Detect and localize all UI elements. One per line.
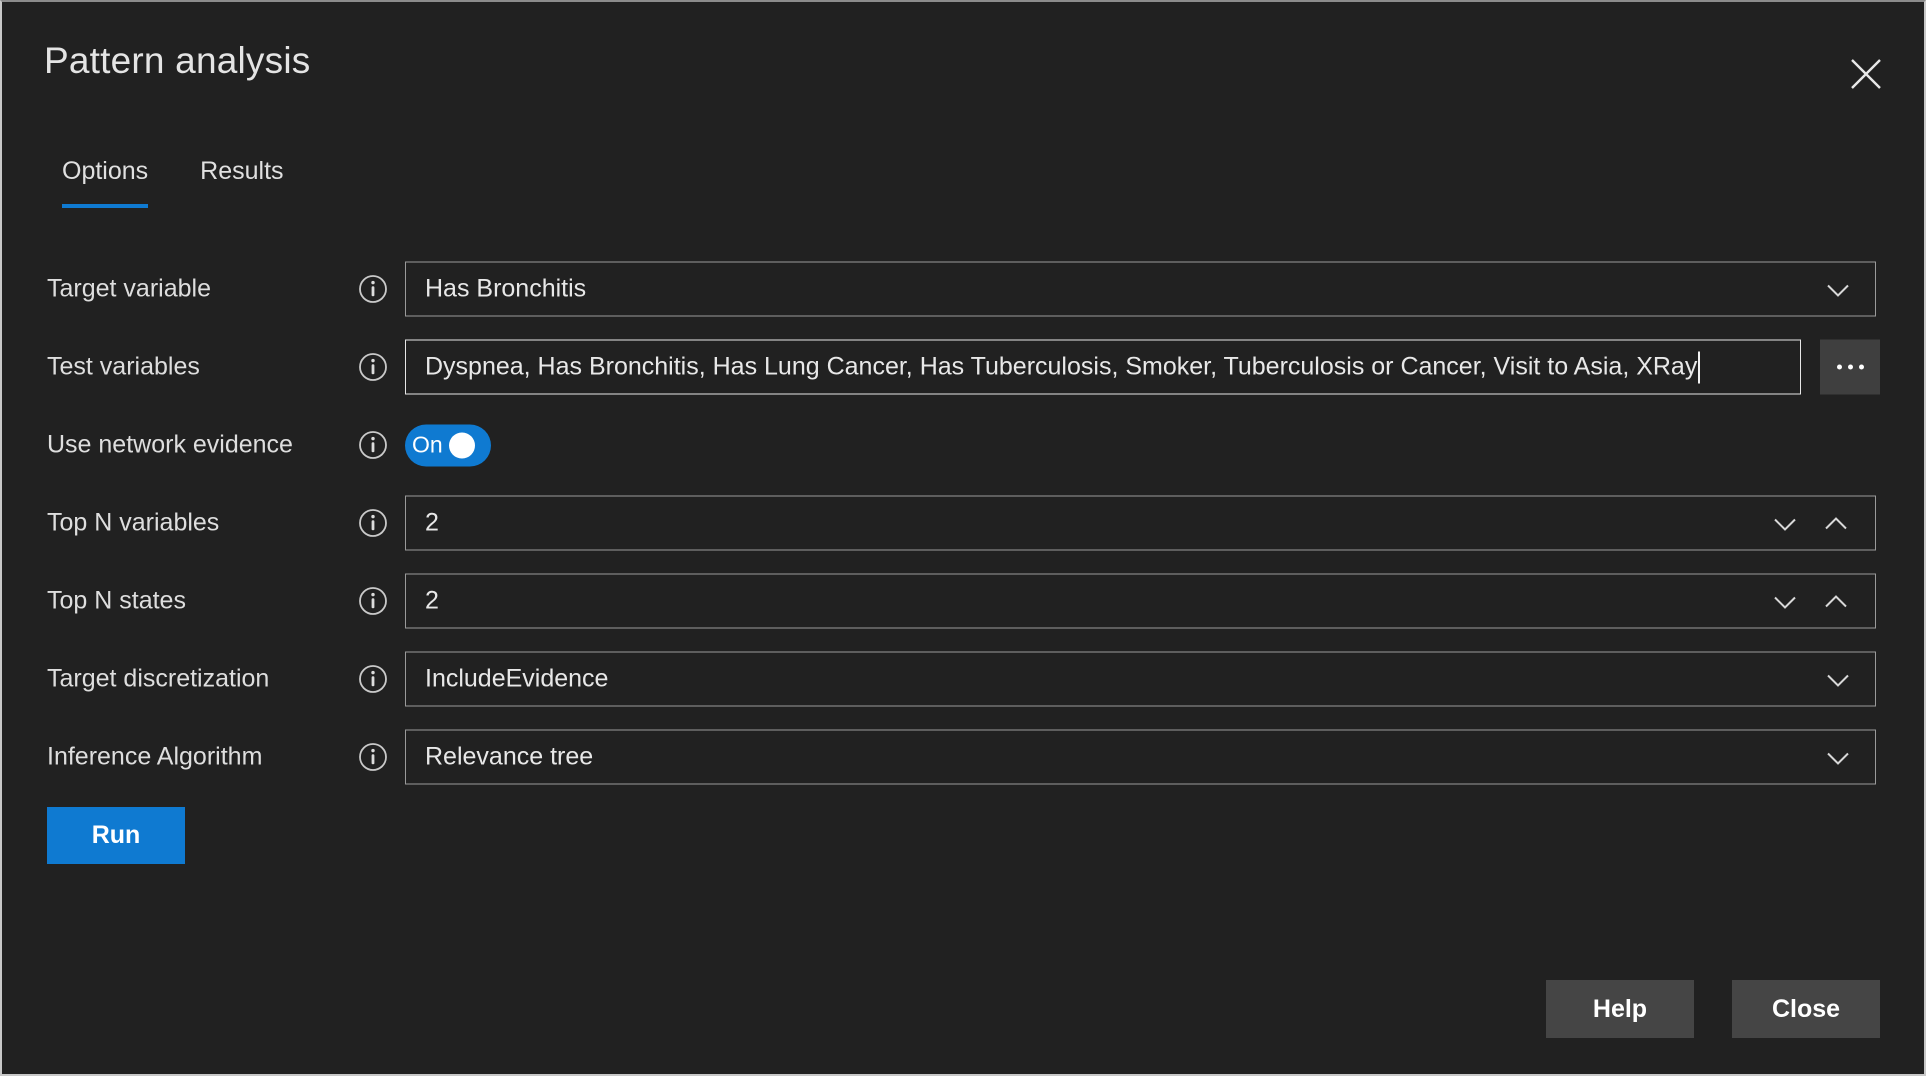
top-n-variables-stepper[interactable]: 2 <box>405 496 1876 551</box>
close-button[interactable]: Close <box>1732 980 1880 1038</box>
row-target-discretization: Target discretization IncludeEvidence <box>2 640 1924 718</box>
tab-results[interactable]: Results <box>200 157 283 208</box>
info-icon[interactable] <box>358 508 388 538</box>
chevron-up-icon[interactable] <box>1819 506 1853 540</box>
help-button[interactable]: Help <box>1546 980 1694 1038</box>
target-discretization-label: Target discretization <box>47 665 269 694</box>
dialog-titlebar: Pattern analysis <box>2 2 1924 120</box>
top-n-variables-value: 2 <box>406 509 439 538</box>
row-use-network-evidence: Use network evidence On <box>2 406 1924 484</box>
top-n-variables-field-zone: 2 <box>405 496 1876 551</box>
top-n-states-stepper[interactable]: 2 <box>405 574 1876 629</box>
inference-algorithm-label: Inference Algorithm <box>47 743 262 772</box>
target-variable-value: Has Bronchitis <box>406 275 586 304</box>
chevron-down-icon[interactable] <box>1768 506 1802 540</box>
test-variables-value: Dyspnea, Has Bronchitis, Has Lung Cancer… <box>406 353 1697 382</box>
close-icon[interactable] <box>1838 46 1894 102</box>
row-top-n-states: Top N states 2 <box>2 562 1924 640</box>
inference-algorithm-field-zone: Relevance tree <box>405 730 1876 785</box>
row-inference-algorithm: Inference Algorithm Relevance tree <box>2 718 1924 796</box>
target-discretization-field-zone: IncludeEvidence <box>405 652 1876 707</box>
pattern-analysis-dialog: Pattern analysis Options Results Target … <box>0 0 1926 1076</box>
use-network-evidence-field-zone: On <box>405 418 1876 473</box>
target-variable-dropdown[interactable]: Has Bronchitis <box>405 262 1876 317</box>
info-icon[interactable] <box>358 430 388 460</box>
target-discretization-dropdown[interactable]: IncludeEvidence <box>405 652 1876 707</box>
target-variable-label: Target variable <box>47 275 211 304</box>
inference-algorithm-value: Relevance tree <box>406 743 593 772</box>
page-title: Pattern analysis <box>44 40 310 82</box>
chevron-down-icon[interactable] <box>1821 662 1855 696</box>
test-variables-field-zone: Dyspnea, Has Bronchitis, Has Lung Cancer… <box>405 340 1876 395</box>
toggle-state-label: On <box>412 434 443 457</box>
tab-results-label: Results <box>200 157 283 185</box>
tab-options[interactable]: Options <box>62 157 148 208</box>
info-icon[interactable] <box>358 742 388 772</box>
test-variables-input[interactable]: Dyspnea, Has Bronchitis, Has Lung Cancer… <box>405 340 1801 395</box>
ellipsis-dot <box>1848 365 1853 370</box>
tab-options-label: Options <box>62 157 148 185</box>
toggle-knob <box>449 432 475 458</box>
run-button[interactable]: Run <box>47 807 185 864</box>
dialog-footer: Help Close <box>1546 980 1880 1038</box>
tab-active-indicator <box>62 204 148 208</box>
top-n-states-label: Top N states <box>47 587 186 616</box>
row-target-variable: Target variable Has Bronchitis <box>2 250 1924 328</box>
top-n-variables-label: Top N variables <box>47 509 219 538</box>
chevron-down-icon[interactable] <box>1821 272 1855 306</box>
inference-algorithm-dropdown[interactable]: Relevance tree <box>405 730 1876 785</box>
chevron-up-icon[interactable] <box>1819 584 1853 618</box>
info-icon[interactable] <box>358 664 388 694</box>
dialog-tabs: Options Results <box>62 157 284 208</box>
test-variables-label: Test variables <box>47 353 200 382</box>
target-discretization-value: IncludeEvidence <box>406 665 608 694</box>
text-caret <box>1698 351 1700 383</box>
ellipsis-icon[interactable] <box>1820 340 1880 395</box>
info-icon[interactable] <box>358 274 388 304</box>
chevron-down-icon[interactable] <box>1821 740 1855 774</box>
ellipsis-dot <box>1859 365 1864 370</box>
info-icon[interactable] <box>358 352 388 382</box>
options-form: Target variable Has Bronchitis <box>2 250 1924 796</box>
top-n-states-value: 2 <box>406 587 439 616</box>
target-variable-field-zone: Has Bronchitis <box>405 262 1876 317</box>
row-top-n-variables: Top N variables 2 <box>2 484 1924 562</box>
top-n-states-field-zone: 2 <box>405 574 1876 629</box>
row-test-variables: Test variables Dyspnea, Has Bronchitis, … <box>2 328 1924 406</box>
chevron-down-icon[interactable] <box>1768 584 1802 618</box>
ellipsis-dot <box>1837 365 1842 370</box>
info-icon[interactable] <box>358 586 388 616</box>
use-network-evidence-toggle[interactable]: On <box>405 424 491 466</box>
use-network-evidence-label: Use network evidence <box>47 431 293 460</box>
